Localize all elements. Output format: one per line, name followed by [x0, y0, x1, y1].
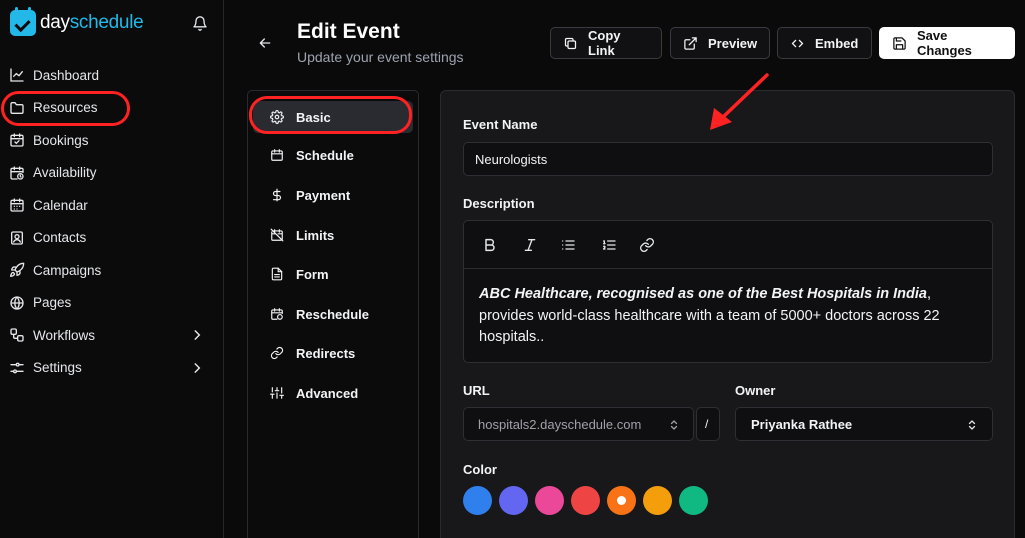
sidebar-item-dashboard[interactable]: Dashboard: [0, 59, 224, 92]
dollar-icon: [272, 188, 282, 202]
bold-icon[interactable]: [482, 237, 498, 253]
numbered-list-icon[interactable]: [601, 237, 617, 253]
adjustments-icon: [270, 387, 284, 399]
editor-toolbar: [464, 221, 992, 269]
calendar-icon: [10, 198, 24, 212]
tab-advanced[interactable]: Advanced: [253, 377, 413, 409]
url-domain-select[interactable]: hospitals2.dayschedule.com: [463, 407, 694, 441]
globe-icon: [10, 296, 24, 310]
sidebar-item-resources[interactable]: Resources: [0, 92, 224, 125]
save-icon: [893, 36, 906, 50]
owner-label: Owner: [735, 383, 776, 398]
folder-icon: [10, 101, 24, 114]
color-swatch-amber[interactable]: [643, 486, 672, 515]
page-subtitle: Update your event settings: [297, 49, 464, 65]
external-link-icon: [684, 36, 697, 50]
sidebar-item-campaigns[interactable]: Campaigns: [0, 254, 224, 287]
chevron-right-icon[interactable]: [190, 361, 204, 375]
sidebar-item-bookings[interactable]: Bookings: [0, 124, 224, 157]
back-arrow-icon[interactable]: [257, 35, 273, 51]
description-label: Description: [463, 196, 535, 211]
color-swatch-green[interactable]: [679, 486, 708, 515]
annotation-arrow: [710, 73, 769, 130]
gear-icon: [270, 110, 284, 124]
color-swatch-red[interactable]: [571, 486, 600, 515]
tab-reschedule[interactable]: Reschedule: [253, 298, 413, 330]
sidebar-item-pages[interactable]: Pages: [0, 287, 224, 320]
url-slug-input[interactable]: /: [696, 407, 720, 441]
contact-card-icon: [11, 231, 23, 245]
sidebar-nav: Dashboard Resources Bookings Availabilit…: [0, 59, 224, 384]
chevron-updown-icon: [968, 420, 976, 430]
sidebar: dayschedule Dashboard Resources Bookings…: [0, 0, 224, 538]
calendar-clock-icon: [10, 166, 24, 180]
code-icon: [791, 39, 804, 47]
description-editor[interactable]: ABC Healthcare, recognised as one of the…: [463, 220, 993, 363]
tab-redirects[interactable]: Redirects: [253, 337, 413, 369]
sidebar-item-availability[interactable]: Availability: [0, 157, 224, 190]
calendar-check-logo-icon: [10, 7, 36, 36]
bell-icon[interactable]: [192, 15, 208, 32]
event-settings-menu: Basic Schedule Payment Limits Form Resch…: [247, 90, 419, 538]
sidebar-item-calendar[interactable]: Calendar: [0, 189, 224, 222]
save-changes-button[interactable]: Save Changes: [879, 27, 1015, 59]
copy-icon: [564, 37, 577, 49]
tab-basic[interactable]: Basic: [253, 101, 413, 133]
tab-schedule[interactable]: Schedule: [253, 139, 413, 171]
sidebar-item-contacts[interactable]: Contacts: [0, 222, 224, 255]
chevron-updown-icon: [670, 420, 678, 430]
color-swatch-orange[interactable]: [607, 486, 636, 515]
copy-link-button[interactable]: Copy Link: [550, 27, 662, 59]
color-swatch-pink[interactable]: [535, 486, 564, 515]
color-swatch-blue[interactable]: [463, 486, 492, 515]
color-swatch-indigo[interactable]: [499, 486, 528, 515]
page-title: Edit Event: [297, 20, 400, 43]
file-text-icon: [271, 267, 283, 281]
link-icon[interactable]: [639, 237, 655, 253]
app-logo[interactable]: dayschedule: [10, 7, 144, 36]
chevron-right-icon[interactable]: [190, 328, 204, 342]
workflow-icon: [10, 328, 24, 342]
rocket-icon: [10, 262, 25, 278]
calendar-clock-icon: [271, 308, 283, 320]
calendar-off-icon: [270, 228, 284, 242]
calendar-icon: [271, 149, 283, 161]
owner-select[interactable]: Priyanka Rathee: [735, 407, 993, 441]
tab-payment[interactable]: Payment: [253, 179, 413, 211]
sliders-icon: [10, 362, 24, 374]
event-name-label: Event Name: [463, 117, 538, 132]
tab-limits[interactable]: Limits: [253, 219, 413, 251]
embed-button[interactable]: Embed: [777, 27, 872, 59]
italic-icon[interactable]: [522, 237, 538, 253]
sidebar-item-workflows[interactable]: Workflows: [0, 319, 224, 352]
calendar-check-icon: [10, 133, 24, 147]
description-text[interactable]: ABC Healthcare, recognised as one of the…: [479, 284, 979, 349]
bullet-list-icon[interactable]: [560, 237, 576, 253]
event-name-input[interactable]: Neurologists: [463, 142, 993, 176]
tab-form[interactable]: Form: [253, 258, 413, 290]
color-label: Color: [463, 462, 497, 477]
link-icon: [270, 346, 284, 360]
chart-line-icon: [10, 68, 24, 82]
sidebar-item-settings[interactable]: Settings: [0, 352, 224, 385]
url-label: URL: [463, 383, 490, 398]
preview-button[interactable]: Preview: [670, 27, 770, 59]
